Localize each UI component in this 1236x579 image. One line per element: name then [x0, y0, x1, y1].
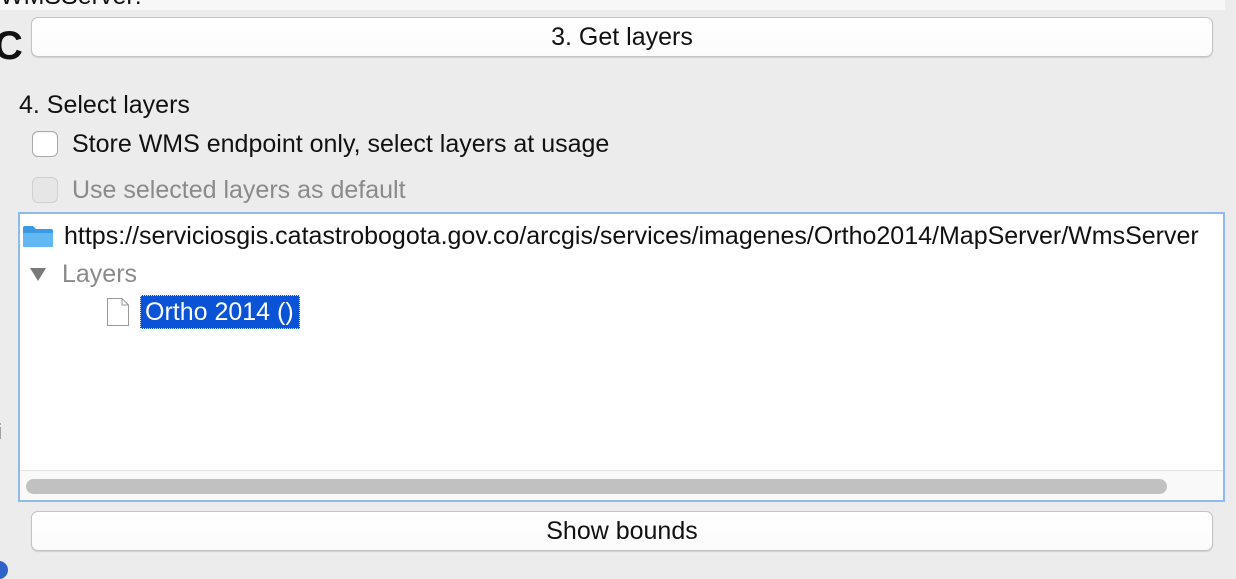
select-layers-heading: 4. Select layers: [19, 91, 190, 119]
tree-leaf-node[interactable]: Ortho 2014 (): [106, 295, 300, 329]
edge-artifact-glyph: C: [0, 24, 23, 68]
folder-icon: [23, 226, 53, 247]
cut-off-top-strip: WMSServer:: [0, 0, 1225, 10]
layers-tree[interactable]: https://serviciosgis.catastrobogota.gov.…: [18, 212, 1225, 502]
edge-artifact-dot: [0, 561, 8, 579]
horizontal-scrollbar-thumb[interactable]: [26, 479, 1167, 494]
disclosure-triangle-icon[interactable]: [28, 265, 48, 283]
edge-artifact-mark: i: [0, 420, 2, 444]
store-endpoint-only-label[interactable]: Store WMS endpoint only, select layers a…: [72, 129, 609, 159]
show-bounds-button[interactable]: Show bounds: [31, 511, 1213, 551]
use-selected-default-option: Use selected layers as default: [32, 175, 406, 205]
selected-layer-label[interactable]: Ortho 2014 (): [140, 295, 300, 329]
store-endpoint-only-checkbox[interactable]: [32, 131, 58, 157]
get-layers-button[interactable]: 3. Get layers: [31, 17, 1213, 57]
tree-root-node[interactable]: https://serviciosgis.catastrobogota.gov.…: [22, 219, 1199, 253]
file-icon: [107, 298, 129, 326]
horizontal-scrollbar[interactable]: [20, 470, 1223, 500]
store-endpoint-only-option[interactable]: Store WMS endpoint only, select layers a…: [32, 129, 609, 159]
tree-group-node[interactable]: Layers: [28, 257, 137, 291]
layers-group-label[interactable]: Layers: [62, 260, 137, 289]
cut-off-text: WMSServer:: [0, 0, 142, 10]
wms-endpoint-url[interactable]: https://serviciosgis.catastrobogota.gov.…: [64, 222, 1199, 251]
use-selected-default-label: Use selected layers as default: [72, 176, 406, 204]
use-selected-default-checkbox: [32, 177, 58, 203]
